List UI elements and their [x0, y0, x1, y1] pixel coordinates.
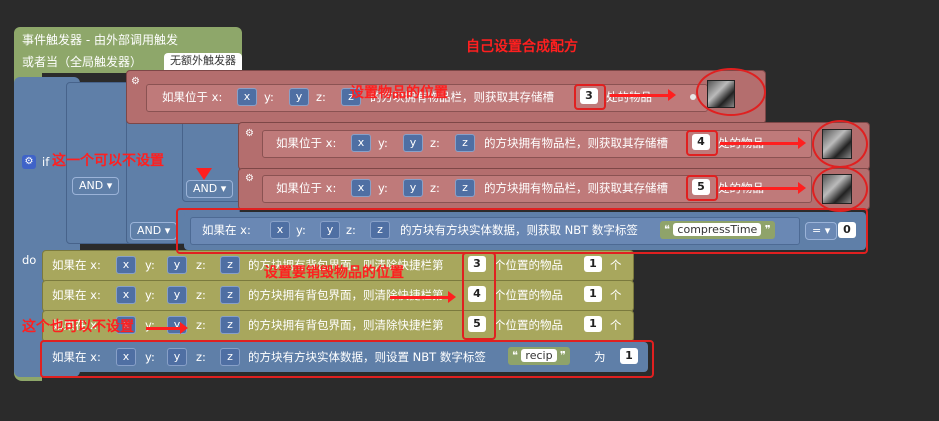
cond-mid: 的方块拥有物品栏，则获取其存储槽	[484, 136, 668, 150]
highlight-nbt-condition	[176, 208, 868, 254]
x-variable[interactable]: x	[237, 88, 257, 106]
z-variable[interactable]: z	[220, 316, 240, 334]
gear-icon[interactable]: ⚙	[22, 155, 36, 169]
y-label: y:	[145, 318, 155, 332]
do-unit: 个	[610, 258, 622, 272]
settings-icon[interactable]: ⚙	[245, 173, 254, 184]
and-label-2: AND	[137, 224, 162, 237]
annotation-set-items: 设置物品的位置	[350, 85, 448, 101]
count-number[interactable]: 1	[584, 316, 602, 332]
do-after: 个位置的物品	[494, 258, 563, 272]
highlight-item-3	[812, 166, 868, 212]
cond-prefix: 如果位于 x:	[162, 90, 223, 104]
arrow-icon	[390, 291, 456, 303]
settings-icon[interactable]: ⚙	[131, 76, 140, 87]
highlight-nbt-set	[40, 340, 654, 378]
cond-mid: 的方块拥有物品栏，则获取其存储槽	[484, 181, 668, 195]
highlight-consume-slots	[462, 252, 496, 340]
y-variable[interactable]: y	[289, 88, 309, 106]
highlight-slot-4	[686, 130, 718, 156]
z-variable[interactable]: z	[220, 286, 240, 304]
highlight-slot-3	[574, 84, 606, 110]
do-unit: 个	[610, 318, 622, 332]
highlight-item-1	[696, 68, 766, 116]
trigger-dropdown-label: 无额外触发器	[170, 54, 236, 67]
y-label: y:	[145, 258, 155, 272]
annotation-consume: 设置要销毁物品的位置	[264, 265, 404, 281]
x-variable[interactable]: x	[116, 256, 136, 274]
z-variable[interactable]: z	[455, 179, 475, 197]
do-unit: 个	[610, 288, 622, 302]
z-label: z:	[196, 288, 206, 302]
do-mid: 的方块拥有背包界面，则清除快捷栏第	[248, 288, 444, 302]
x-variable[interactable]: x	[116, 286, 136, 304]
do-prefix: 如果在 x:	[52, 288, 101, 302]
z-variable[interactable]: z	[455, 134, 475, 152]
highlight-item-2	[812, 120, 868, 168]
and-dropdown-1[interactable]: AND ▾	[72, 177, 120, 195]
z-label: z:	[196, 258, 206, 272]
y-label: y:	[145, 288, 155, 302]
arrow-icon	[720, 182, 806, 194]
count-number[interactable]: 1	[584, 286, 602, 302]
z-variable[interactable]: z	[220, 256, 240, 274]
arrow-icon	[610, 89, 676, 101]
arrow-down-icon	[196, 168, 212, 180]
do-after: 个位置的物品	[494, 318, 563, 332]
arrow-icon	[720, 137, 806, 149]
and-label-1: AND	[79, 179, 104, 192]
cond-prefix: 如果位于 x:	[276, 136, 337, 150]
y-label: y:	[378, 136, 388, 150]
cond-prefix: 如果位于 x:	[276, 181, 337, 195]
z-label: z:	[430, 181, 440, 195]
and-dropdown-2[interactable]: AND ▾	[130, 222, 178, 240]
z-label: z:	[196, 318, 206, 332]
y-variable[interactable]: y	[403, 134, 423, 152]
y-variable[interactable]: y	[167, 286, 187, 304]
count-number[interactable]: 1	[584, 256, 602, 272]
trigger-title: 事件触发器 - 由外部调用触发	[22, 33, 178, 47]
settings-icon[interactable]: ⚙	[245, 128, 254, 139]
trigger-block-header[interactable]: 事件触发器 - 由外部调用触发 或者当（全局触发器） 无额外触发器 ▾	[14, 27, 242, 83]
annotation-optional-2: 这个也可以不设置	[22, 319, 134, 335]
x-variable[interactable]: x	[351, 179, 371, 197]
compare-dot	[690, 94, 696, 100]
annotation-top: 自己设置合成配方	[466, 39, 578, 55]
y-variable[interactable]: y	[167, 256, 187, 274]
arrow-icon	[146, 322, 188, 334]
highlight-slot-5	[686, 175, 718, 201]
annotation-optional-1: 这一个可以不设置	[52, 153, 164, 169]
y-label: y:	[378, 181, 388, 195]
cond-suffix: 处的物品	[606, 90, 652, 104]
do-prefix: 如果在 x:	[52, 258, 101, 272]
trigger-or-when: 或者当（全局触发器）	[22, 55, 143, 69]
z-label: z:	[316, 90, 326, 104]
and-label-3: AND	[193, 182, 218, 195]
do-mid: 的方块拥有背包界面，则清除快捷栏第	[248, 318, 444, 332]
y-label: y:	[264, 90, 274, 104]
and-dropdown-3[interactable]: AND ▾	[186, 180, 234, 198]
z-label: z:	[430, 136, 440, 150]
do-after: 个位置的物品	[494, 288, 563, 302]
y-variable[interactable]: y	[403, 179, 423, 197]
x-variable[interactable]: x	[351, 134, 371, 152]
if-label: if	[42, 155, 50, 169]
do-label: do	[22, 253, 37, 267]
